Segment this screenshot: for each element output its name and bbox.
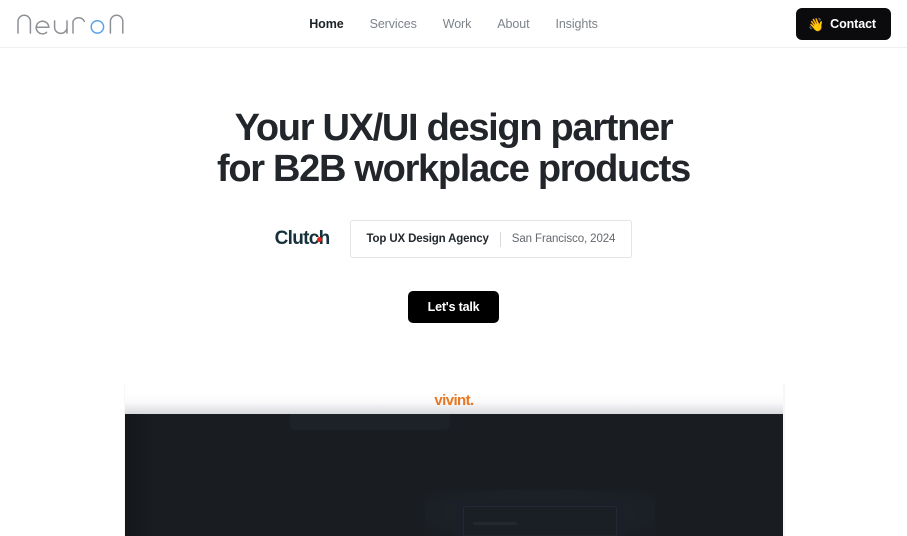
- showcase-left-shadow: [125, 414, 155, 536]
- clutch-award-row: Clutch Top UX Design Agency San Francisc…: [0, 220, 907, 258]
- hero-cta-container: Let's talk: [0, 291, 907, 323]
- clutch-award-title: Top UX Design Agency: [366, 233, 489, 245]
- showcase-edge-right: [783, 384, 785, 536]
- clutch-award-badge[interactable]: Top UX Design Agency San Francisco, 2024: [349, 220, 633, 258]
- nav-item-work[interactable]: Work: [443, 16, 472, 32]
- hero-section: Your UX/UI design partner for B2B workpl…: [0, 48, 907, 536]
- hero-headline: Your UX/UI design partner for B2B workpl…: [0, 108, 907, 190]
- nav-item-insights[interactable]: Insights: [555, 16, 597, 32]
- project-showcase[interactable]: vivint.: [125, 384, 783, 536]
- lets-talk-button[interactable]: Let's talk: [408, 291, 499, 323]
- vivint-brand-logo-text: vivint.: [434, 392, 474, 409]
- waving-hand-icon: 👋: [808, 16, 825, 32]
- showcase-mock-card-inner: [463, 506, 617, 536]
- clutch-award-location-year: San Francisco, 2024: [511, 233, 616, 245]
- hero-headline-line2: for B2B workplace products: [217, 148, 691, 190]
- clutch-dot-icon: [317, 237, 323, 242]
- nav-item-services[interactable]: Services: [370, 16, 417, 32]
- vivint-brand-logo: vivint.: [125, 384, 783, 414]
- contact-button[interactable]: 👋 Contact: [796, 8, 891, 40]
- main-navigation: Home Services Work About Insights: [0, 16, 907, 32]
- hero-headline-line1: Your UX/UI design partner: [234, 107, 674, 149]
- showcase-mock-card-label: [473, 522, 517, 525]
- nav-item-about[interactable]: About: [497, 16, 529, 32]
- clutch-badge-divider: [499, 231, 501, 247]
- contact-button-label: Contact: [830, 17, 876, 31]
- showcase-mock-navbar: [290, 414, 450, 430]
- nav-item-home[interactable]: Home: [309, 16, 343, 32]
- clutch-logo: Clutch: [275, 228, 331, 250]
- site-header: Home Services Work About Insights 👋 Cont…: [0, 0, 907, 48]
- showcase-screen: [125, 414, 783, 536]
